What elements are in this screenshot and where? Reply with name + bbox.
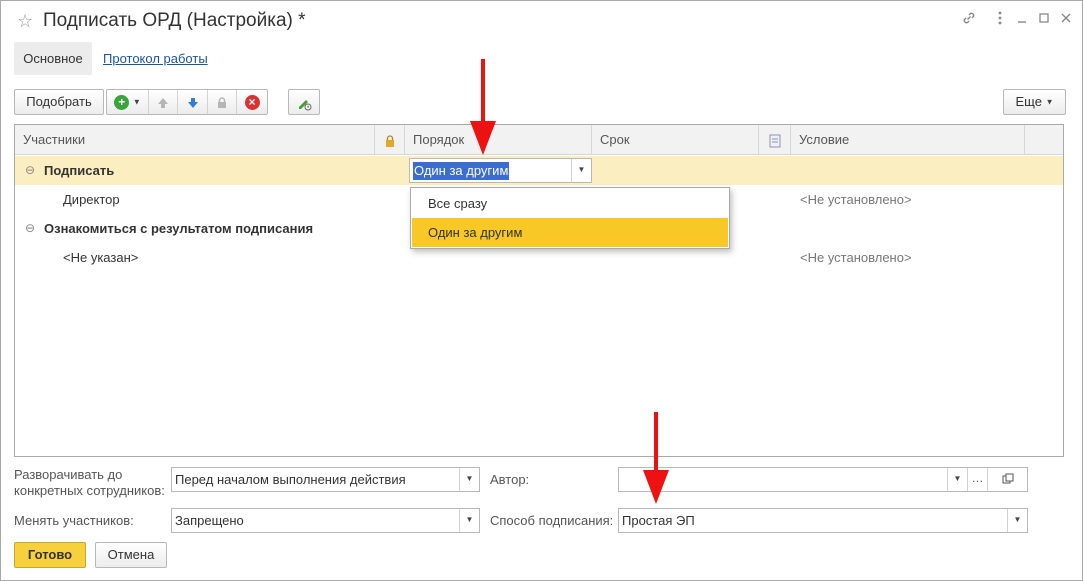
red-arrow-annotation <box>643 412 669 504</box>
chevron-down-icon[interactable]: ▼ <box>1007 509 1027 532</box>
column-term[interactable]: Срок <box>592 125 759 155</box>
lock-button[interactable] <box>208 90 237 114</box>
dropdown-option-all-at-once[interactable]: Все сразу <box>412 189 728 218</box>
order-select-value: Один за другим <box>413 162 510 180</box>
order-select[interactable]: Один за другим ▼ <box>409 158 592 183</box>
chevron-down-icon: ▼ <box>132 97 141 107</box>
star-icon[interactable]: ☆ <box>17 11 33 32</box>
tab-work-log[interactable]: Протокол работы <box>103 42 208 75</box>
more-button[interactable]: Еще ▼ <box>1003 89 1066 115</box>
chevron-down-icon: ▼ <box>1045 97 1054 107</box>
table-header: Участники Порядок Срок Условие <box>15 125 1063 155</box>
change-participants-value: Запрещено <box>175 513 244 528</box>
sign-method-value: Простая ЭП <box>622 513 695 528</box>
participants-table: Участники Порядок Срок Условие ⊖ Подписа… <box>14 124 1064 457</box>
tab-main[interactable]: Основное <box>14 42 92 75</box>
move-down-icon <box>187 97 198 108</box>
expand-label: Разворачивать до конкретных сотрудников: <box>14 467 165 498</box>
expand-select-value: Перед началом выполнения действия <box>175 472 406 487</box>
row-participant: Подписать <box>44 163 115 178</box>
title-bar: ☆ Подписать ОРД (Настройка) * <box>1 1 1082 41</box>
chevron-down-icon[interactable]: ▼ <box>571 159 591 182</box>
add-icon: + <box>114 95 130 111</box>
collapse-icon[interactable]: ⊖ <box>25 214 35 243</box>
delete-icon: × <box>244 95 260 111</box>
sign-method-select[interactable]: Простая ЭП ▼ <box>618 508 1028 533</box>
cancel-button[interactable]: Отмена <box>95 542 167 568</box>
more-button-label: Еще <box>1015 94 1042 109</box>
chevron-down-icon[interactable]: ▼ <box>459 468 479 491</box>
settings-window: ☆ Подписать ОРД (Настройка) * Основное П… <box>0 0 1083 581</box>
sign-method-label: Способ подписания: <box>490 513 614 528</box>
move-down-button[interactable] <box>178 90 208 114</box>
edit-condition-button[interactable] <box>288 89 320 115</box>
column-note[interactable] <box>759 125 791 155</box>
toolbar: Подобрать + ▼ × Еще ▼ <box>14 89 1066 115</box>
link-icon[interactable] <box>958 10 980 30</box>
close-icon[interactable] <box>1055 10 1077 30</box>
order-dropdown-list: Все сразу Один за другим <box>410 187 730 249</box>
expand-select[interactable]: Перед началом выполнения действия ▼ <box>171 467 480 492</box>
lock-icon <box>218 96 226 108</box>
lock-icon <box>385 134 394 147</box>
open-icon[interactable] <box>987 468 1027 491</box>
chevron-down-icon[interactable]: ▼ <box>459 509 479 532</box>
author-field[interactable]: ▼ … <box>618 467 1028 492</box>
column-participants[interactable]: Участники <box>15 125 375 155</box>
table-row[interactable]: ⊖ Подписать Один за другим ▼ <box>15 156 1063 185</box>
row-condition: <Не установлено> <box>800 192 912 207</box>
more-icon[interactable] <box>989 10 1011 30</box>
minimize-icon[interactable] <box>1011 10 1033 30</box>
collapse-icon[interactable]: ⊖ <box>25 156 35 185</box>
maximize-icon[interactable] <box>1033 10 1055 30</box>
dropdown-option-one-after-another[interactable]: Один за другим <box>412 218 728 247</box>
add-button[interactable]: + ▼ <box>107 90 149 114</box>
row-participant: <Не указан> <box>63 250 139 265</box>
edit-icon <box>299 99 312 111</box>
row-condition: <Не установлено> <box>800 250 912 265</box>
column-order[interactable]: Порядок <box>405 125 592 155</box>
move-up-icon <box>158 97 168 108</box>
delete-button[interactable]: × <box>237 90 267 114</box>
row-participant: Директор <box>63 192 120 207</box>
ellipsis-icon[interactable]: … <box>967 468 987 491</box>
pick-button[interactable]: Подобрать <box>14 89 104 115</box>
red-arrow-annotation <box>470 59 496 155</box>
chevron-down-icon[interactable]: ▼ <box>947 468 967 491</box>
row-actions-group: + ▼ × <box>106 89 268 115</box>
row-participant: Ознакомиться с результатом подписания <box>44 221 314 236</box>
change-participants-label: Менять участников: <box>14 513 134 528</box>
column-lock[interactable] <box>375 125 405 155</box>
column-condition[interactable]: Условие <box>791 125 1025 155</box>
done-button[interactable]: Готово <box>14 542 86 568</box>
note-icon <box>769 134 780 148</box>
author-label: Автор: <box>490 472 530 487</box>
change-participants-select[interactable]: Запрещено ▼ <box>171 508 480 533</box>
move-up-button[interactable] <box>149 90 178 114</box>
window-title: Подписать ОРД (Настройка) * <box>43 10 306 31</box>
